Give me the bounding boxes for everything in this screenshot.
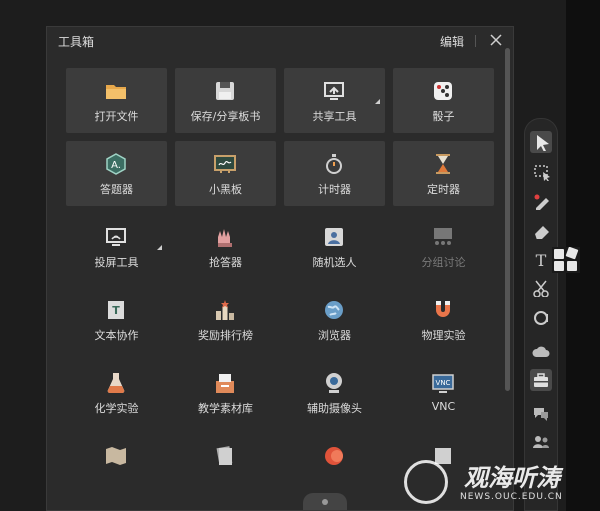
tool-tile[interactable]: 化学实验 — [66, 360, 167, 425]
tool-tile[interactable]: 抢答器 — [175, 214, 276, 279]
tool-label: 定时器 — [427, 183, 460, 196]
share-screen-icon — [322, 79, 346, 103]
tool-tile[interactable]: 教学素材库 — [175, 360, 276, 425]
toolbox-panel: 工具箱 编辑 打开文件 保存/分享板书 共享工具 骰子 A. 答题器 小黑板 计时器 定时器投屏… — [46, 26, 514, 511]
tool-tile[interactable]: 小黑板 — [175, 141, 276, 206]
watermark: 观海听涛 NEWS.OUC.EDU.CN — [400, 452, 600, 511]
tool-label: 保存/分享板书 — [190, 110, 261, 123]
chat-icon[interactable] — [530, 402, 552, 424]
flask-icon — [104, 371, 128, 395]
tool-tile[interactable]: T 文本协作 — [66, 287, 167, 352]
toolbox-icon[interactable] — [530, 369, 552, 391]
tool-tile[interactable]: 分组讨论 — [393, 214, 494, 279]
watermark-name: 观海听涛 — [464, 464, 560, 492]
scissors-icon[interactable] — [530, 277, 552, 299]
tool-tile[interactable]: 共享工具 — [284, 68, 385, 133]
panel-titlebar: 工具箱 编辑 — [47, 27, 513, 55]
eraser-icon[interactable] — [530, 219, 552, 241]
svg-text:A.: A. — [111, 160, 121, 171]
scrollbar[interactable] — [505, 48, 510, 391]
tool-tile[interactable] — [66, 433, 167, 498]
vnc-icon: VNC — [431, 371, 455, 395]
pen-icon[interactable] — [530, 190, 552, 212]
tool-tile[interactable]: VNC VNC — [393, 360, 494, 425]
random-person-icon — [322, 225, 346, 249]
tool-label: 物理实验 — [421, 329, 466, 342]
floppy-disk-icon — [213, 79, 237, 103]
scroll-down-handle[interactable] — [303, 493, 347, 510]
close-icon[interactable] — [487, 30, 505, 50]
raise-hands-icon — [213, 225, 237, 249]
tool-tile[interactable]: 辅助摄像头 — [284, 360, 385, 425]
text-icon[interactable]: T — [530, 248, 552, 270]
blackboard-icon — [213, 152, 237, 176]
tool-tile[interactable]: 定时器 — [393, 141, 494, 206]
tool-label: 分组讨论 — [421, 256, 466, 269]
hourglass-icon — [431, 152, 455, 176]
tool-tile[interactable]: 打开文件 — [66, 68, 167, 133]
tool-label: 共享工具 — [312, 110, 357, 123]
tool-tile[interactable] — [175, 433, 276, 498]
tool-label: 随机选人 — [312, 256, 357, 269]
tool-tile[interactable]: 投屏工具 — [66, 214, 167, 279]
tool-label: 打开文件 — [94, 110, 139, 123]
tool-tile[interactable]: 计时器 — [284, 141, 385, 206]
tool-label: 骰子 — [432, 110, 455, 123]
screen-cast-icon — [104, 225, 128, 249]
answer-device-icon: A. — [104, 152, 128, 176]
tool-label: 抢答器 — [209, 256, 242, 269]
group-discussion-icon — [431, 225, 455, 249]
dice-icon — [431, 79, 455, 103]
tool-tile[interactable]: 奖励排行榜 — [175, 287, 276, 352]
text-collab-icon: T — [104, 298, 128, 322]
watermark-url: NEWS.OUC.EDU.CN — [460, 492, 563, 502]
svg-text:T: T — [536, 251, 547, 268]
record-icon — [322, 444, 346, 468]
watermark-logo-icon — [404, 460, 448, 504]
cloud-icon[interactable] — [530, 340, 552, 362]
stopwatch-icon — [322, 152, 346, 176]
documents-icon — [213, 444, 237, 468]
tool-tile[interactable]: 浏览器 — [284, 287, 385, 352]
expand-corner-icon — [375, 99, 380, 104]
tool-label: 奖励排行榜 — [198, 329, 253, 342]
tool-label: VNC — [431, 400, 456, 413]
edit-button[interactable]: 编辑 — [440, 33, 464, 50]
panel-title: 工具箱 — [58, 35, 95, 49]
area-select-icon[interactable] — [530, 161, 552, 183]
material-library-icon — [213, 371, 237, 395]
svg-text:VNC: VNC — [436, 379, 451, 387]
svg-text:T: T — [112, 304, 120, 317]
leaderboard-icon — [213, 298, 237, 322]
tool-tile[interactable]: 随机选人 — [284, 214, 385, 279]
tool-label: 计时器 — [318, 183, 351, 196]
apps-grid-icon[interactable] — [552, 246, 580, 273]
tool-label: 教学素材库 — [198, 402, 253, 415]
magnifier-icon[interactable] — [530, 307, 552, 329]
tool-tile[interactable]: 物理实验 — [393, 287, 494, 352]
users-icon[interactable] — [530, 431, 552, 453]
expand-corner-icon — [157, 245, 162, 250]
tool-label: 辅助摄像头 — [307, 402, 362, 415]
tool-tile[interactable]: 骰子 — [393, 68, 494, 133]
tool-tile[interactable]: A. 答题器 — [66, 141, 167, 206]
globe-icon — [322, 298, 346, 322]
tool-tile[interactable]: 保存/分享板书 — [175, 68, 276, 133]
magnet-icon — [431, 298, 455, 322]
map-icon — [104, 444, 128, 468]
tool-tile[interactable] — [284, 433, 385, 498]
webcam-icon — [322, 371, 346, 395]
tool-label: 小黑板 — [209, 183, 242, 196]
tool-label: 投屏工具 — [94, 256, 139, 269]
title-separator — [475, 35, 476, 47]
tool-label: 文本协作 — [94, 329, 139, 342]
tool-label: 化学实验 — [94, 402, 139, 415]
tool-label: 答题器 — [100, 183, 133, 196]
folder-icon — [104, 79, 128, 103]
cursor-arrow-icon[interactable] — [530, 131, 552, 153]
tool-label: 浏览器 — [318, 329, 351, 342]
